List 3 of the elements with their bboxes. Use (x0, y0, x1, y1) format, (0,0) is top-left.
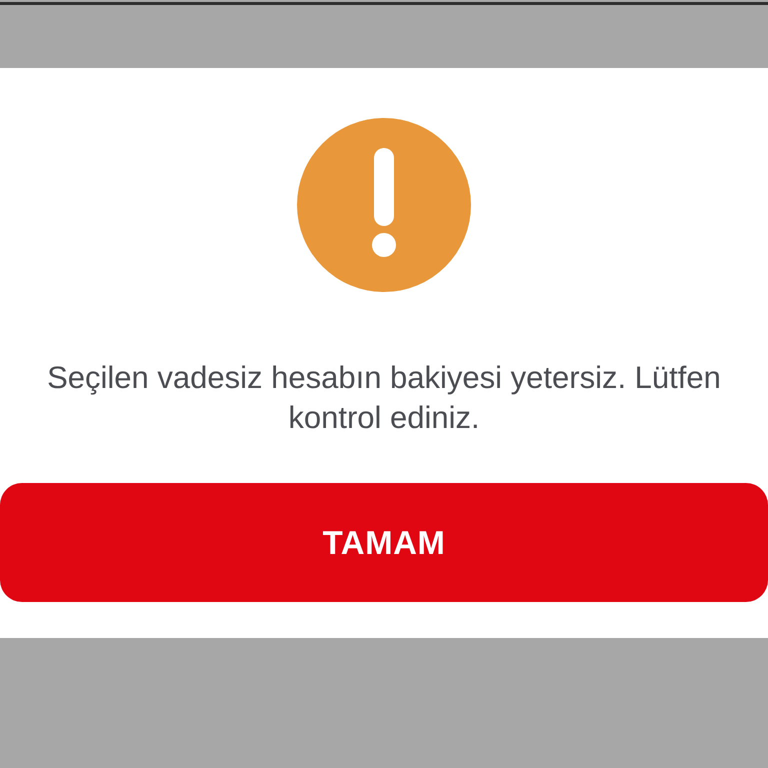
warning-icon (297, 118, 471, 292)
dialog-message: Seçilen vadesiz hesabın bakiyesi yetersiz. Lütfen kontrol ediniz. (46, 359, 722, 437)
ok-button[interactable]: TAMAM (0, 483, 768, 602)
